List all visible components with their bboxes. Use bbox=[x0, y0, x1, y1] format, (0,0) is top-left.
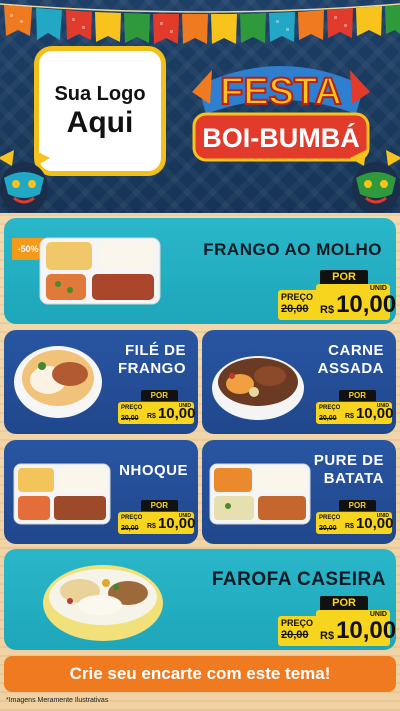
price-tag: POR PREÇO 20,00 R$ 10,00 UNID bbox=[278, 270, 396, 320]
product-name-line2: ASSADA bbox=[317, 360, 384, 377]
old-price-box: PREÇO 20,00 bbox=[278, 290, 318, 320]
festa-title: FESTA bbox=[220, 71, 342, 113]
food-image-bowl bbox=[212, 356, 304, 420]
unit-label: UNID bbox=[376, 403, 389, 409]
price-tag: POR PREÇO 20,00 R$ 10,00 UNID bbox=[316, 500, 394, 534]
product-card-farofa-caseira: FAROFA CASEIRA POR PREÇO 20,00 R$ 10,00 … bbox=[4, 549, 396, 650]
old-price: 20,00 bbox=[121, 525, 139, 532]
currency: R$ bbox=[320, 304, 335, 316]
product-name-line2: BATATA bbox=[323, 470, 384, 487]
price-tag: POR PREÇO 20,00 R$ 10,00 UNID bbox=[118, 500, 196, 534]
boi-mask-left-icon bbox=[0, 150, 50, 213]
food-image-tray bbox=[209, 463, 311, 525]
old-price: 20,00 bbox=[319, 415, 337, 422]
preco-label: PREÇO bbox=[121, 405, 143, 411]
product-name: FILÉ DE FRANGO bbox=[118, 342, 186, 378]
product-name: NHOQUE bbox=[119, 462, 188, 479]
unit-label: UNID bbox=[369, 611, 387, 618]
product-card-nhoque: NHOQUE POR PREÇO 20,00 R$ 10,00 UNID bbox=[4, 440, 198, 544]
price-tag: POR PREÇO 20,00 R$ 10,00 UNID bbox=[278, 596, 396, 646]
por-label: POR bbox=[338, 390, 376, 401]
current-price-box: R$ 10,00 UNID bbox=[316, 284, 396, 320]
logo-text-line2: Aqui bbox=[66, 106, 134, 139]
boi-bumba-title: BOI-BUMBÁ bbox=[202, 122, 359, 153]
food-image-bowl bbox=[14, 346, 102, 418]
product-card-file-de-frango: FILÉ DE FRANGO POR PREÇO 20,00 R$ 10,00 … bbox=[4, 330, 198, 434]
price-tag: POR PREÇO 20,00 R$ 10,00 UNID bbox=[316, 390, 394, 424]
unit-label: UNID bbox=[376, 513, 389, 519]
preco-label: PREÇO bbox=[281, 292, 314, 302]
old-price: 20,00 bbox=[281, 629, 309, 641]
old-price: 20,00 bbox=[281, 303, 309, 315]
preco-label: PREÇO bbox=[319, 405, 341, 411]
product-card-frango-ao-molho: -50% FRANGO AO MOLHO POR PREÇO 20,00 R$ … bbox=[4, 218, 396, 324]
old-price: 20,00 bbox=[319, 525, 337, 532]
product-name: FAROFA CASEIRA bbox=[211, 569, 386, 590]
current-price-box: R$ 10,00 UNID bbox=[342, 512, 394, 534]
preco-label: PREÇO bbox=[281, 618, 314, 628]
festa-junina-flags bbox=[0, 3, 400, 44]
por-label: POR bbox=[320, 270, 368, 284]
currency: R$ bbox=[345, 413, 354, 420]
currency: R$ bbox=[320, 630, 335, 642]
price-tag: POR PREÇO 20,00 R$ 10,00 UNID bbox=[118, 390, 196, 424]
product-name-line2: FRANGO bbox=[118, 360, 186, 377]
por-label: POR bbox=[140, 500, 178, 511]
current-price: 10,00 bbox=[336, 617, 396, 644]
currency: R$ bbox=[345, 523, 354, 530]
old-price-box: PREÇO 20,00 bbox=[316, 512, 344, 534]
old-price-box: PREÇO 20,00 bbox=[118, 512, 146, 534]
current-price-box: R$ 10,00 UNID bbox=[144, 512, 196, 534]
por-label: POR bbox=[320, 596, 368, 610]
logo-text-line1: Sua Logo bbox=[54, 83, 146, 105]
old-price: 20,00 bbox=[121, 415, 139, 422]
product-name-line1: FILÉ DE bbox=[124, 342, 186, 359]
current-price-box: R$ 10,00 UNID bbox=[316, 610, 396, 646]
unit-label: UNID bbox=[369, 285, 387, 292]
preco-label: PREÇO bbox=[319, 515, 341, 521]
food-image-tray bbox=[13, 463, 111, 525]
current-price: 10,00 bbox=[336, 291, 396, 318]
current-price-box: R$ 10,00 UNID bbox=[342, 402, 394, 424]
boi-mask-right-icon bbox=[350, 150, 400, 213]
food-image-tray bbox=[39, 237, 161, 305]
product-name: FRANGO AO MOLHO bbox=[203, 240, 382, 259]
por-label: POR bbox=[140, 390, 178, 401]
unit-label: UNID bbox=[178, 403, 191, 409]
preco-label: PREÇO bbox=[121, 515, 143, 521]
product-name-line1: CARNE bbox=[328, 342, 384, 359]
product-card-pure-de-batata: PURE DE BATATA POR PREÇO 20,00 R$ 10,00 … bbox=[202, 440, 396, 544]
food-image-bowl bbox=[43, 565, 163, 641]
current-price-box: R$ 10,00 UNID bbox=[144, 402, 196, 424]
product-name: CARNE ASSADA bbox=[318, 342, 384, 378]
currency: R$ bbox=[147, 413, 156, 420]
disclaimer-text: *Imagens Meramente Ilustrativas bbox=[6, 697, 109, 704]
por-label: POR bbox=[338, 500, 376, 511]
product-card-carne-assada: CARNE ASSADA POR PREÇO 20,00 R$ 10,00 UN… bbox=[202, 330, 396, 434]
old-price-box: PREÇO 20,00 bbox=[118, 402, 146, 424]
product-name: PURE DE BATATA bbox=[314, 452, 384, 488]
old-price-box: PREÇO 20,00 bbox=[278, 616, 318, 646]
currency: R$ bbox=[147, 523, 156, 530]
old-price-box: PREÇO 20,00 bbox=[316, 402, 344, 424]
product-name-line1: PURE DE bbox=[313, 452, 384, 469]
create-flyer-button[interactable]: Crie seu encarte com este tema! bbox=[4, 656, 396, 692]
unit-label: UNID bbox=[178, 513, 191, 519]
header-banner: Sua Logo Aqui FESTA BOI-BUMBÁ bbox=[0, 0, 400, 213]
